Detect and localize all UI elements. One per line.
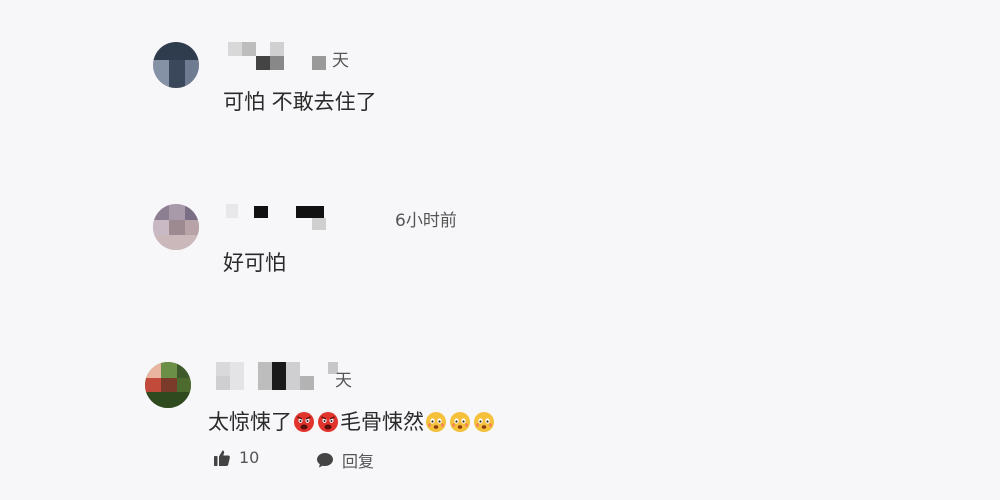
comment-text: 太惊悚了 毛骨悚然 <box>208 406 496 436</box>
comment-text-part-1: 太惊悚了 <box>208 410 292 434</box>
angry-face-emoji <box>294 412 314 432</box>
username[interactable] <box>228 42 328 70</box>
reply-label: 回复 <box>342 452 375 471</box>
avatar[interactable] <box>153 204 199 250</box>
thumbs-up-icon <box>214 450 230 466</box>
avatar[interactable] <box>145 362 191 408</box>
reply-button[interactable]: 回复 <box>316 448 374 472</box>
comment-text-part-2: 毛骨悚然 <box>340 410 424 434</box>
worried-face-emoji <box>450 412 470 432</box>
comment-time: 天 <box>332 51 349 71</box>
reply-bubble-icon <box>317 453 333 468</box>
username[interactable] <box>216 362 346 390</box>
angry-face-emoji <box>318 412 338 432</box>
comment-text: 可怕 不敢去住了 <box>223 90 377 114</box>
comment-time: 天 <box>335 371 352 391</box>
comment-time: 6小时前 <box>395 211 457 231</box>
avatar[interactable] <box>153 42 199 88</box>
username[interactable] <box>226 204 336 232</box>
like-button[interactable]: 10 <box>213 448 259 467</box>
worried-face-emoji <box>474 412 494 432</box>
worried-face-emoji <box>426 412 446 432</box>
like-count: 10 <box>239 448 260 467</box>
comment-text: 好可怕 <box>223 251 286 275</box>
